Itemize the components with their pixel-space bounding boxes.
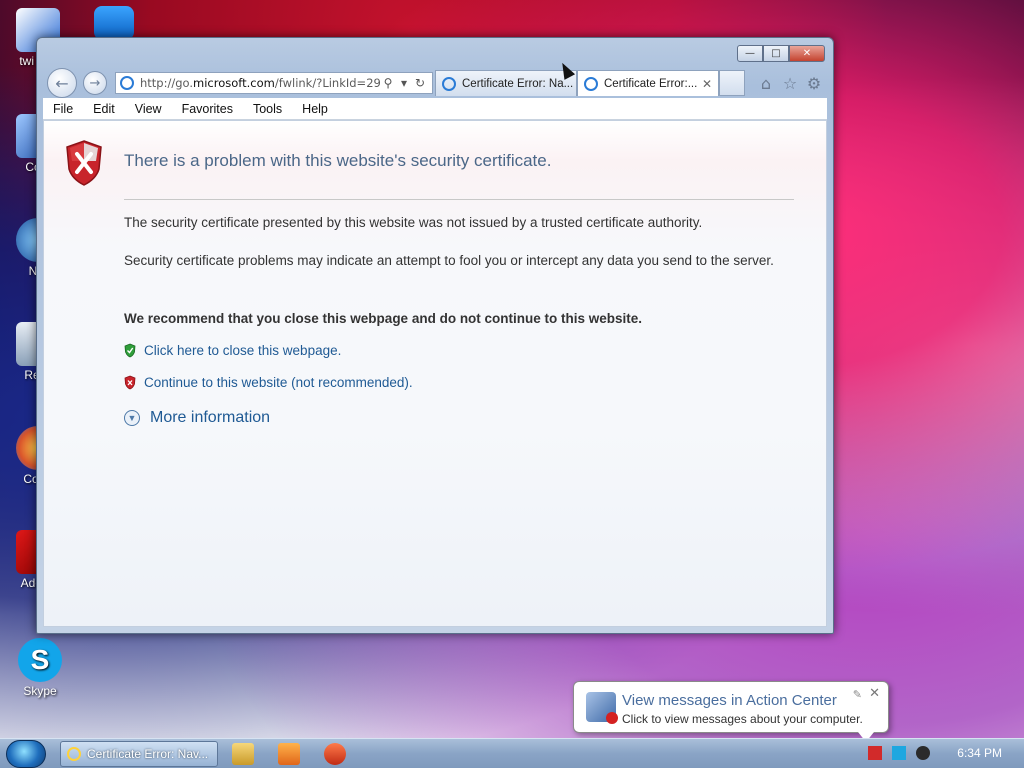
address-bar[interactable]: http://go.microsoft.com/fwlink/?LinkId=2…	[115, 72, 433, 94]
forward-button[interactable]: →	[83, 71, 107, 95]
close-window-button[interactable]: ✕	[789, 45, 825, 62]
more-information-label: More information	[150, 409, 271, 426]
red-shield-x-icon	[124, 375, 136, 390]
continue-website-link[interactable]: Continue to this website (not recommende…	[124, 375, 413, 390]
close-webpage-link-text[interactable]: Click here to close this webpage.	[144, 343, 341, 358]
notification-title: View messages in Action Center	[622, 692, 837, 709]
error-description: The security certificate presented by th…	[124, 215, 703, 230]
browser-window: — □ ✕ ← → http://go.microsoft.com/fwlink…	[36, 37, 834, 634]
ie-icon	[584, 76, 598, 91]
favorites-star-icon[interactable]: ☆	[779, 72, 801, 94]
recommendation-text: We recommend that you close this webpage…	[124, 311, 643, 326]
navigation-bar: ← → http://go.microsoft.com/fwlink/?Link…	[43, 68, 827, 98]
gear-icon[interactable]: ⚙	[803, 72, 825, 94]
ie-icon	[67, 747, 81, 761]
tab-label: Certificate Error:...	[604, 77, 698, 90]
skype-icon: S	[18, 638, 62, 682]
menu-file[interactable]: File	[53, 102, 73, 116]
desktop-icon-label: Skype	[23, 684, 57, 698]
file-explorer-icon[interactable]	[232, 743, 254, 765]
window-controls: — □ ✕	[737, 45, 825, 62]
menu-bar: File Edit View Favorites Tools Help	[43, 98, 827, 120]
tab-certificate-error-2[interactable]: Certificate Error:... ✕	[577, 70, 719, 96]
error-warning: Security certificate problems may indica…	[124, 253, 774, 268]
pinned-app-icon[interactable]	[324, 743, 346, 765]
menu-tools[interactable]: Tools	[253, 102, 282, 116]
action-center-flag-icon	[586, 692, 618, 724]
restore-button[interactable]: □	[763, 45, 789, 62]
desktop-icon-skype[interactable]: S Skype	[8, 638, 72, 698]
start-button[interactable]	[6, 740, 46, 768]
action-center-tray-icon[interactable]	[868, 746, 882, 760]
continue-website-link-text[interactable]: Continue to this website (not recommende…	[144, 375, 413, 390]
ie-icon	[120, 76, 134, 90]
pin-icon: ✎	[852, 688, 862, 701]
divider	[124, 199, 794, 200]
dropdown-chevron-icon[interactable]: ▾	[396, 76, 412, 90]
green-shield-check-icon	[124, 343, 136, 358]
chevron-down-icon: ▼	[124, 410, 140, 426]
taskbar-ie-window[interactable]: Certificate Error: Nav...	[60, 741, 218, 767]
security-shield-error-icon	[66, 140, 102, 186]
teamviewer-icon[interactable]	[94, 6, 134, 40]
menu-favorites[interactable]: Favorites	[182, 102, 233, 116]
volume-tray-icon[interactable]	[916, 746, 930, 760]
address-url: http://go.microsoft.com/fwlink/?LinkId=2…	[140, 76, 380, 90]
action-center-notification[interactable]: View messages in Action Center Click to …	[573, 681, 889, 733]
media-player-icon[interactable]	[278, 743, 300, 765]
refresh-icon[interactable]: ↻	[412, 76, 428, 90]
ie-icon	[442, 76, 456, 91]
page-title: There is a problem with this website's s…	[124, 151, 552, 170]
minimize-button[interactable]: —	[737, 45, 763, 62]
close-tab-icon[interactable]: ✕	[702, 77, 712, 91]
search-icon[interactable]: ⚲	[380, 76, 396, 90]
new-tab-button[interactable]	[719, 70, 745, 96]
tab-certificate-error-1[interactable]: Certificate Error: Na...	[435, 70, 577, 96]
network-tray-icon[interactable]	[892, 746, 906, 760]
menu-edit[interactable]: Edit	[93, 102, 115, 116]
more-information-toggle[interactable]: ▼ More information	[124, 409, 270, 427]
menu-view[interactable]: View	[135, 102, 162, 116]
menu-help[interactable]: Help	[302, 102, 328, 116]
home-icon[interactable]: ⌂	[755, 72, 777, 94]
close-notification-icon[interactable]: ✕	[869, 686, 880, 701]
back-button[interactable]: ←	[47, 68, 77, 98]
tab-label: Certificate Error: Na...	[462, 77, 574, 90]
close-webpage-link[interactable]: Click here to close this webpage.	[124, 343, 341, 358]
taskbar: Certificate Error: Nav... 6:34 PM	[0, 738, 1024, 768]
system-clock[interactable]: 6:34 PM	[957, 746, 1002, 760]
notification-subtitle: Click to view messages about your comput…	[622, 712, 863, 726]
taskbar-window-label: Certificate Error: Nav...	[87, 747, 209, 761]
page-content: There is a problem with this website's s…	[43, 120, 827, 627]
